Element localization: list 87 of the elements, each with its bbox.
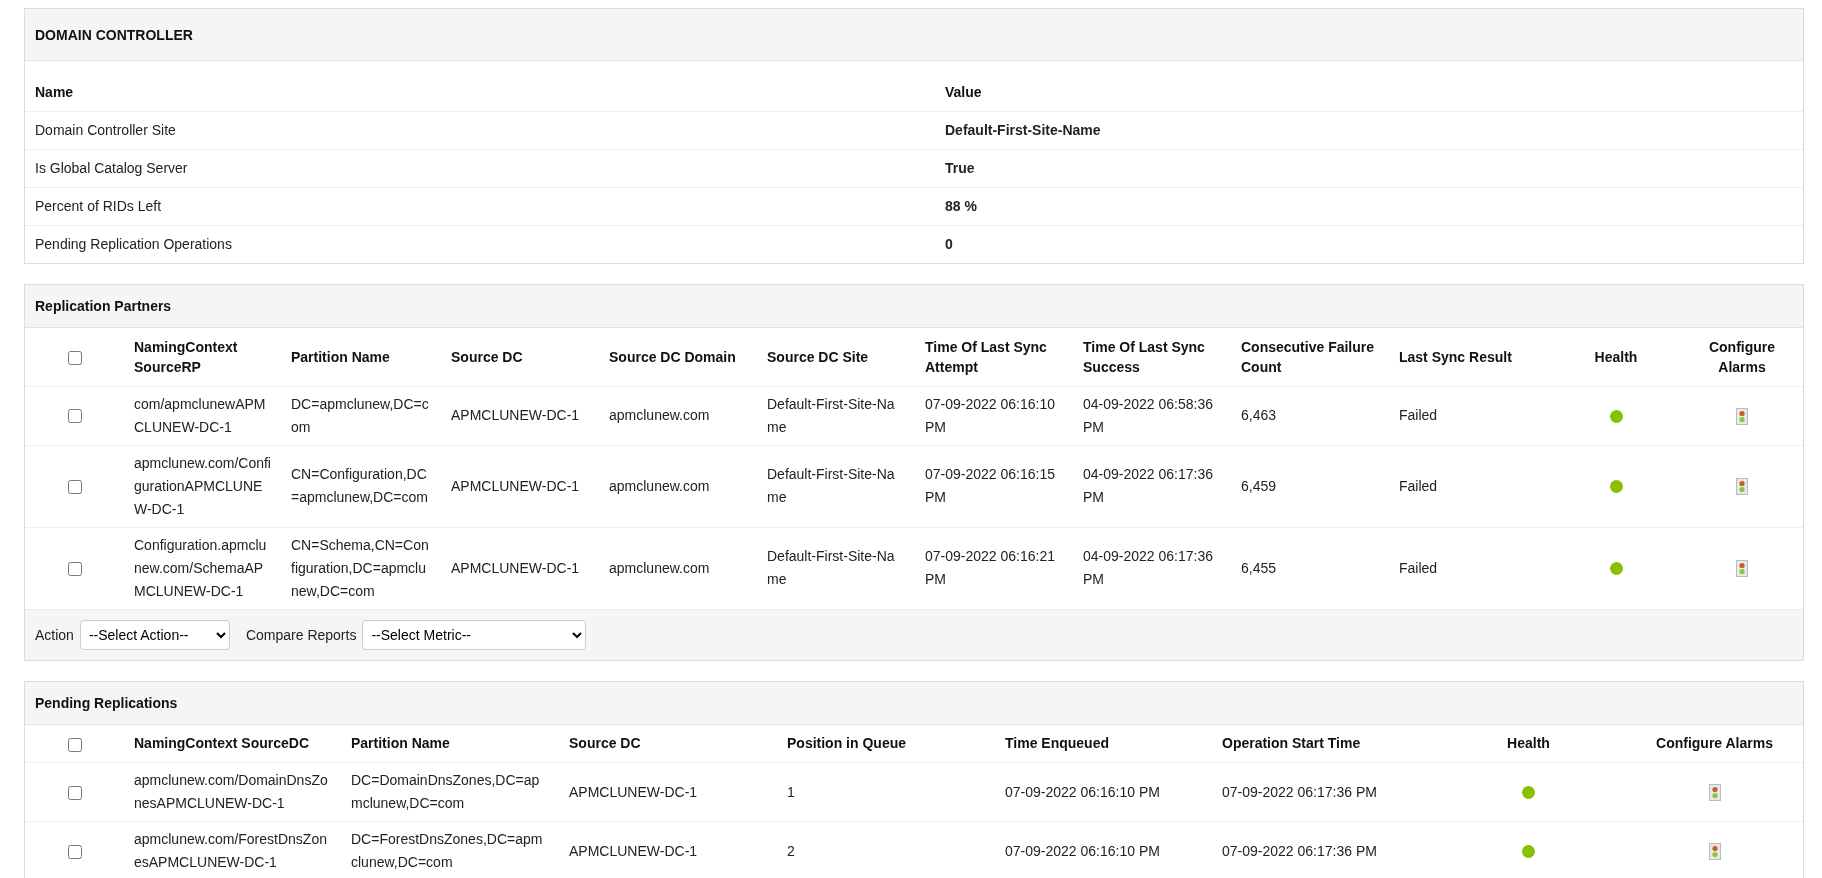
column-header: Last Sync Result (1389, 328, 1551, 386)
column-header: Source DC Site (757, 328, 915, 386)
table-cell: apmclunew.com/ConfigurationAPMCLUNEW-DC-1 (124, 445, 281, 527)
table-cell: APMCLUNEW-DC-1 (559, 762, 777, 822)
column-header: Configure Alarms (1626, 724, 1803, 763)
table-cell: CN=Configuration,DC=apmclunew,DC=com (281, 445, 441, 527)
table-cell: apmclunew.com/DomainDnsZonesAPMCLUNEW-DC-1 (124, 762, 341, 822)
traffic-light-icon[interactable] (1736, 478, 1748, 496)
table-cell: CN=Schema,CN=Configuration,DC=apmclunew,DC=com (281, 527, 441, 609)
table-cell: 07-09-2022 06:16:21 PM (915, 527, 1073, 609)
column-header: NamingContext SourceRP (124, 328, 281, 386)
table-cell: apmclunew.com (599, 386, 757, 445)
column-header: Health (1431, 724, 1626, 763)
table-cell: APMCLUNEW-DC-1 (441, 386, 599, 445)
table-cell: 07-09-2022 06:17:36 PM (1212, 762, 1431, 822)
table-cell: 07-09-2022 06:16:10 PM (995, 762, 1212, 822)
column-header: Time Enqueued (995, 724, 1212, 763)
table-cell: 07-09-2022 06:17:36 PM (1212, 821, 1431, 878)
table-cell: 07-09-2022 06:16:10 PM (915, 386, 1073, 445)
table-cell: 07-09-2022 06:16:15 PM (915, 445, 1073, 527)
table-cell: Default-First-Site-Name (757, 386, 915, 445)
panel-title: Pending Replications (35, 694, 178, 711)
column-header: Position in Queue (777, 724, 995, 763)
action-select[interactable]: --Select Action-- (79, 619, 230, 650)
table-cell: 1 (777, 762, 995, 822)
column-header: Configure Alarms (1681, 328, 1803, 386)
column-header: Source DC (559, 724, 777, 763)
table-cell: 6,455 (1231, 527, 1389, 609)
table-cell: 04-09-2022 06:58:36 PM (1073, 386, 1231, 445)
select-all-checkbox[interactable] (67, 737, 82, 752)
table-cell: 6,463 (1231, 386, 1389, 445)
table-cell: Default-First-Site-Name (757, 527, 915, 609)
table-cell: Failed (1389, 527, 1551, 609)
table-cell: DC=ForestDnsZones,DC=apmclunew,DC=com (341, 821, 559, 878)
table-cell: 07-09-2022 06:16:10 PM (995, 821, 1212, 878)
select-all-checkbox[interactable] (67, 351, 82, 366)
traffic-light-icon[interactable] (1708, 784, 1721, 802)
column-header: NamingContext SourceDC (124, 724, 341, 763)
property-name: Domain Controller Site (25, 111, 935, 149)
property-name: Pending Replication Operations (25, 225, 935, 263)
row-checkbox[interactable] (67, 409, 82, 424)
table-cell: 6,459 (1231, 445, 1389, 527)
table-cell: Configuration.apmclunew.com/SchemaAPMCLUNEW-DC-1 (124, 527, 281, 609)
column-header: Time Of Last Sync Success (1073, 328, 1231, 386)
column-header: Consecutive Failure Count (1231, 328, 1389, 386)
table-cell: 04-09-2022 06:17:36 PM (1073, 527, 1231, 609)
row-checkbox[interactable] (67, 561, 82, 576)
table-cell: apmclunew.com (599, 527, 757, 609)
panel-title: DOMAIN CONTROLLER (35, 26, 193, 43)
table-cell: 04-09-2022 06:17:36 PM (1073, 445, 1231, 527)
column-header: Source DC Domain (599, 328, 757, 386)
property-name: Percent of RIDs Left (25, 187, 935, 225)
traffic-light-icon[interactable] (1708, 843, 1721, 861)
table-cell: apmclunew.com/ForestDnsZonesAPMCLUNEW-DC-1 (124, 821, 341, 878)
column-header: Time Of Last Sync Attempt (915, 328, 1073, 386)
column-header: Name (25, 73, 935, 111)
table-cell: apmclunew.com (599, 445, 757, 527)
column-header: Value (935, 73, 1803, 111)
property-name: Is Global Catalog Server (25, 149, 935, 187)
table-cell: APMCLUNEW-DC-1 (441, 527, 599, 609)
column-header: Partition Name (281, 328, 441, 386)
property-value: Default-First-Site-Name (935, 111, 1803, 149)
property-value: 88 % (935, 187, 1803, 225)
table-cell: Default-First-Site-Name (757, 445, 915, 527)
column-header: Source DC (441, 328, 599, 386)
column-header: Operation Start Time (1212, 724, 1431, 763)
column-header: Health (1551, 328, 1681, 386)
traffic-light-icon[interactable] (1736, 560, 1748, 578)
row-checkbox[interactable] (67, 844, 82, 859)
table-cell: 2 (777, 821, 995, 878)
traffic-light-icon[interactable] (1736, 407, 1748, 425)
table-cell: Failed (1389, 386, 1551, 445)
table-cell: com/apmclunewAPMCLUNEW-DC-1 (124, 386, 281, 445)
table-cell: DC=DomainDnsZones,DC=apmclunew,DC=com (341, 762, 559, 822)
action-label: Action (35, 626, 74, 643)
table-cell: Failed (1389, 445, 1551, 527)
row-checkbox[interactable] (67, 785, 82, 800)
property-value: 0 (935, 225, 1803, 263)
table-cell: APMCLUNEW-DC-1 (559, 821, 777, 878)
metric-select[interactable]: --Select Metric-- (362, 619, 587, 650)
property-value: True (935, 149, 1803, 187)
table-cell: APMCLUNEW-DC-1 (441, 445, 599, 527)
table-cell: DC=apmclunew,DC=com (281, 386, 441, 445)
row-checkbox[interactable] (67, 479, 82, 494)
panel-title: Replication Partners (35, 298, 172, 314)
compare-reports-label: Compare Reports (245, 626, 357, 643)
column-header: Partition Name (341, 724, 559, 763)
